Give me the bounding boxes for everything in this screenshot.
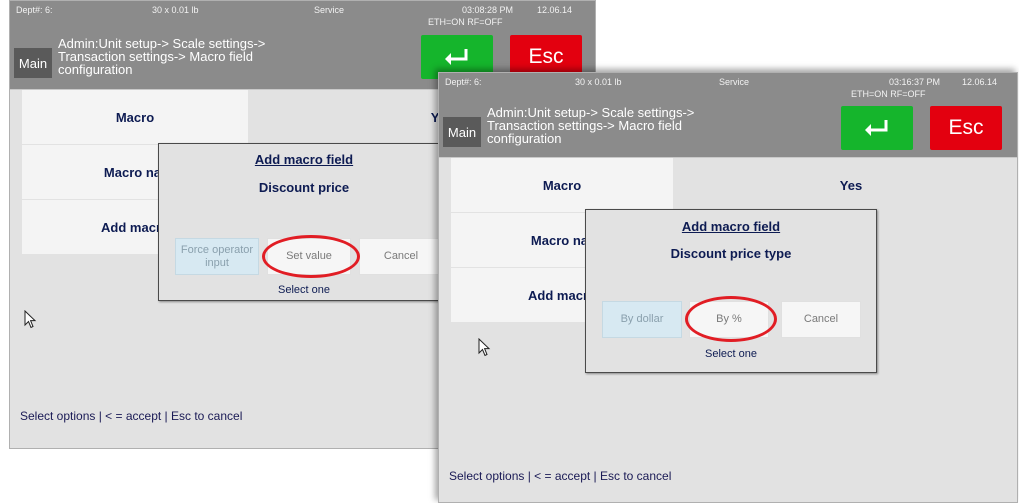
breadcrumb: Admin:Unit setup-> Scale settings-> Tran… (58, 37, 358, 76)
dept-label: Dept#: 6: (16, 5, 53, 15)
force-operator-input-button[interactable]: Force operator input (175, 238, 259, 275)
mode-label: Service (719, 77, 750, 87)
dialog-subtitle: Discount price (258, 180, 350, 195)
footer-hint: Select options | < = accept | Esc to can… (20, 409, 243, 423)
mouse-cursor-icon (478, 338, 491, 357)
enter-button[interactable] (841, 106, 913, 150)
main-button[interactable]: Main (14, 48, 52, 78)
esc-button[interactable]: Esc (930, 106, 1002, 150)
enter-arrow-icon (865, 120, 888, 136)
dialog-hint: Select one (278, 284, 330, 296)
dialog-title: Add macro field (681, 219, 781, 234)
cancel-button[interactable]: Cancel (359, 238, 443, 275)
breadcrumb-line: configuration (487, 131, 562, 146)
add-macro-dialog: Add macro field Discount price Force ope… (158, 143, 450, 301)
by-dollar-button[interactable]: By dollar (602, 301, 682, 338)
add-macro-dialog: Add macro field Discount price type By d… (585, 209, 877, 373)
row-label: Macro (22, 90, 248, 144)
footer-hint: Select options | < = accept | Esc to can… (449, 469, 672, 483)
network-status: ETH=ON RF=OFF (851, 89, 926, 99)
highlight-circle (262, 235, 360, 278)
network-status: ETH=ON RF=OFF (428, 17, 503, 27)
list-row[interactable]: Macro Yes (451, 158, 1017, 212)
dept-label: Dept#: 6: (445, 77, 482, 87)
date-label: 12.06.14 (537, 5, 573, 15)
header-bar: Dept#: 6: 30 x 0.01 lb Service 03:16:37 … (439, 73, 1017, 157)
main-button[interactable]: Main (443, 117, 481, 147)
cancel-button[interactable]: Cancel (781, 301, 861, 338)
time-label: 03:16:37 PM (889, 77, 941, 87)
dialog-subtitle: Discount price type (670, 246, 792, 261)
mode-label: Service (314, 5, 345, 15)
unit-label: 30 x 0.01 lb (575, 77, 622, 87)
dialog-title: Add macro field (254, 152, 354, 167)
breadcrumb-line: configuration (58, 62, 133, 77)
unit-label: 30 x 0.01 lb (152, 5, 199, 15)
time-label: 03:08:28 PM (462, 5, 514, 15)
dialog-hint: Select one (705, 348, 757, 360)
front-screen: Dept#: 6: 30 x 0.01 lb Service 03:16:37 … (438, 72, 1018, 503)
highlight-circle (685, 296, 777, 342)
row-value: Yes (839, 177, 863, 193)
mouse-cursor-icon (24, 310, 37, 329)
date-label: 12.06.14 (962, 77, 998, 87)
breadcrumb: Admin:Unit setup-> Scale settings-> Tran… (487, 106, 787, 145)
enter-arrow-icon (445, 49, 468, 65)
row-label: Macro (451, 158, 673, 212)
